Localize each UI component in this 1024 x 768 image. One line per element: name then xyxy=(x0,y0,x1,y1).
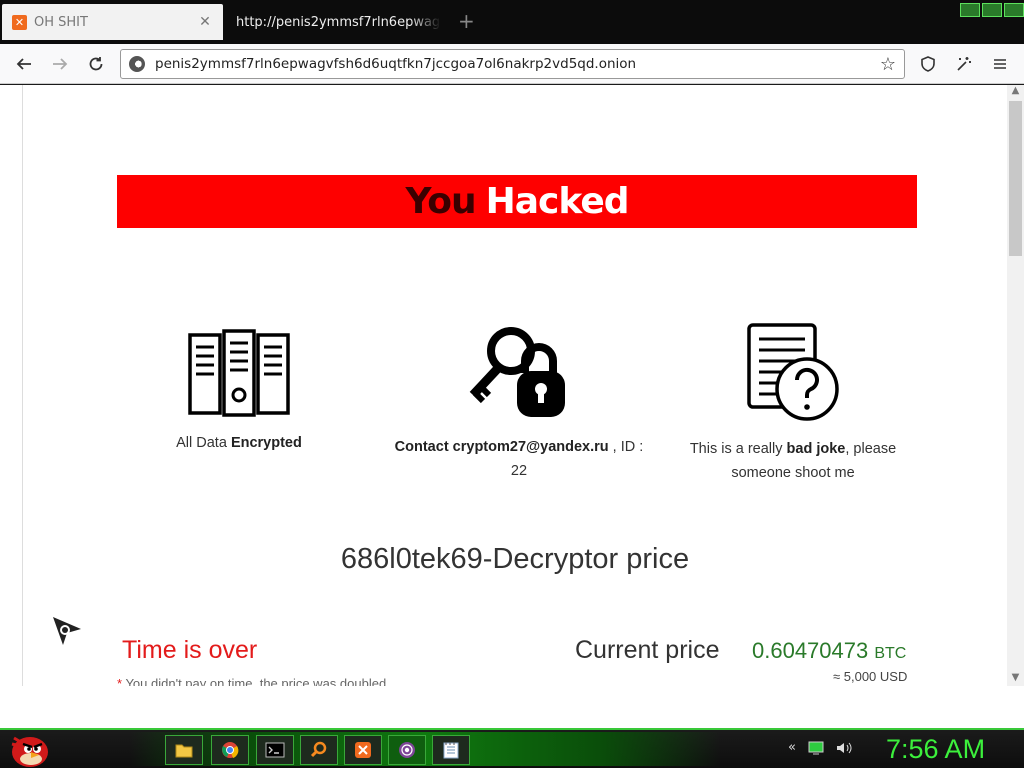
feature-text-bold: bad joke xyxy=(786,441,846,457)
scroll-thumb[interactable] xyxy=(1009,101,1022,256)
new-tab-button[interactable]: + xyxy=(458,10,475,32)
feature-text: This is a really xyxy=(689,441,787,457)
asterisk: * xyxy=(117,676,123,686)
taskbar-folder[interactable] xyxy=(165,735,203,765)
url-bar[interactable]: penis2ymmsf7rln6epwagvfsh6d6uqtfkn7jccgo… xyxy=(120,49,905,79)
vertical-scrollbar[interactable]: ▲ ▼ xyxy=(1007,85,1024,686)
ransom-page: You Hacked All Data Encrypted Contact cr… xyxy=(22,85,1006,686)
arrow-left-icon xyxy=(16,58,31,70)
system-tray: « xyxy=(788,740,852,755)
reload-button[interactable] xyxy=(85,53,107,75)
document-question-icon xyxy=(747,323,839,421)
cursor-icon xyxy=(53,617,81,645)
url-text[interactable]: penis2ymmsf7rln6epwagvfsh6d6uqtfkn7jccgo… xyxy=(155,56,880,72)
feature-encrypted: All Data Encrypted xyxy=(159,329,319,455)
show-hidden-icons-icon[interactable]: « xyxy=(788,740,796,755)
search-icon xyxy=(310,741,327,758)
hamburger-menu-icon xyxy=(994,59,1006,69)
close-icon[interactable]: ✕ xyxy=(197,14,213,30)
scroll-up-icon[interactable]: ▲ xyxy=(1007,85,1024,99)
pay-note-text: You didn't pay on time, the price was do… xyxy=(125,676,387,686)
minimize-button[interactable] xyxy=(960,3,980,17)
taskbar: « 7:56 AM xyxy=(0,728,1024,768)
feature-text-bold: Encrypted xyxy=(230,435,302,451)
taskbar-xampp[interactable] xyxy=(344,735,382,765)
shield-icon xyxy=(921,56,935,72)
taskbar-notepad[interactable] xyxy=(432,735,470,765)
tab-title: http://penis2ymmsf7rln6epwagvfsh xyxy=(236,14,441,30)
back-button[interactable] xyxy=(13,53,35,75)
btc-unit: BTC xyxy=(874,645,907,662)
forward-button[interactable] xyxy=(49,53,71,75)
tab-oh-shit[interactable]: ✕ OH SHIT ✕ xyxy=(2,4,223,40)
banner-word-hacked: Hacked xyxy=(485,181,630,222)
arrow-right-icon xyxy=(53,58,68,70)
navigation-bar: penis2ymmsf7rln6epwagvfsh6d6uqtfkn7jccgo… xyxy=(0,44,1024,84)
tor-circuit-button[interactable] xyxy=(953,53,975,75)
pay-note: * You didn't pay on time, the price was … xyxy=(117,676,386,686)
usd-price: ≈ 5,000 USD xyxy=(833,669,908,684)
decryptor-price-title: 686l0tek69-Decryptor price xyxy=(340,543,690,575)
taskbar-search[interactable] xyxy=(300,735,338,765)
star-icon[interactable]: ☆ xyxy=(880,54,896,75)
reload-icon xyxy=(89,57,103,71)
feature-contact: Contact cryptom27@yandex.ru , ID : 22 xyxy=(389,325,649,483)
start-button-angry-bird-icon[interactable] xyxy=(6,732,50,768)
taskbar-chrome[interactable] xyxy=(211,735,249,765)
notepad-icon xyxy=(443,742,459,759)
btc-amount: 0.60470473 xyxy=(752,638,869,663)
taskbar-tor-browser[interactable] xyxy=(388,735,426,765)
terminal-icon xyxy=(265,742,285,758)
server-icon xyxy=(188,329,290,417)
page-viewport: You Hacked All Data Encrypted Contact cr… xyxy=(0,85,1024,686)
close-window-button[interactable] xyxy=(1004,3,1024,17)
chrome-icon xyxy=(222,742,239,758)
menu-button[interactable] xyxy=(989,53,1011,75)
feature-joke: This is a really bad joke, please someon… xyxy=(683,323,903,485)
current-price-label: Current price xyxy=(575,636,720,664)
tab-title: OH SHIT xyxy=(34,14,88,30)
onion-icon[interactable] xyxy=(129,56,145,72)
volume-icon[interactable] xyxy=(836,741,852,755)
tab-onion-url[interactable]: http://penis2ymmsf7rln6epwagvfsh xyxy=(226,4,451,40)
contact-email: Contact cryptom27@yandex.ru xyxy=(394,439,609,455)
tor-icon xyxy=(399,742,415,758)
tab-bar: ✕ OH SHIT ✕ http://penis2ymmsf7rln6epwag… xyxy=(0,0,1024,44)
xampp-icon: ✕ xyxy=(12,14,27,30)
hacked-banner: You Hacked xyxy=(117,175,917,228)
window-controls xyxy=(960,3,1024,17)
xampp-icon xyxy=(355,742,371,758)
btc-price: 0.60470473 BTC xyxy=(752,638,906,664)
feature-text: All Data xyxy=(176,435,231,451)
taskbar-clock[interactable]: 7:56 AM xyxy=(886,734,985,765)
banner-word-you: You xyxy=(405,181,476,222)
magic-wand-icon xyxy=(957,57,971,71)
desktop-background xyxy=(0,686,1024,728)
maximize-button[interactable] xyxy=(982,3,1002,17)
taskbar-terminal[interactable] xyxy=(256,735,294,765)
folder-icon xyxy=(175,744,193,758)
shield-button[interactable] xyxy=(917,53,939,75)
network-icon[interactable] xyxy=(808,741,824,755)
scroll-down-icon[interactable]: ▼ xyxy=(1007,672,1024,686)
time-over-status: Time is over xyxy=(122,636,258,664)
key-lock-icon xyxy=(469,327,565,417)
